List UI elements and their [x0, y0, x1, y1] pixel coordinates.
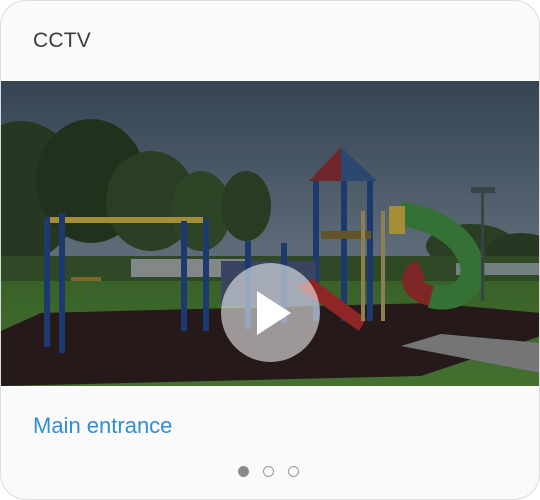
- page-dot-3[interactable]: [288, 466, 299, 477]
- pagination-dots: [238, 466, 299, 477]
- camera-name-link[interactable]: Main entrance: [33, 413, 172, 439]
- play-button[interactable]: [221, 263, 320, 362]
- cctv-card: CCTV Main entrance: [0, 0, 540, 500]
- play-icon: [257, 291, 291, 335]
- page-dot-2[interactable]: [263, 466, 274, 477]
- card-title: CCTV: [33, 29, 91, 52]
- camera-feed[interactable]: [1, 81, 539, 386]
- page-dot-1[interactable]: [238, 466, 249, 477]
